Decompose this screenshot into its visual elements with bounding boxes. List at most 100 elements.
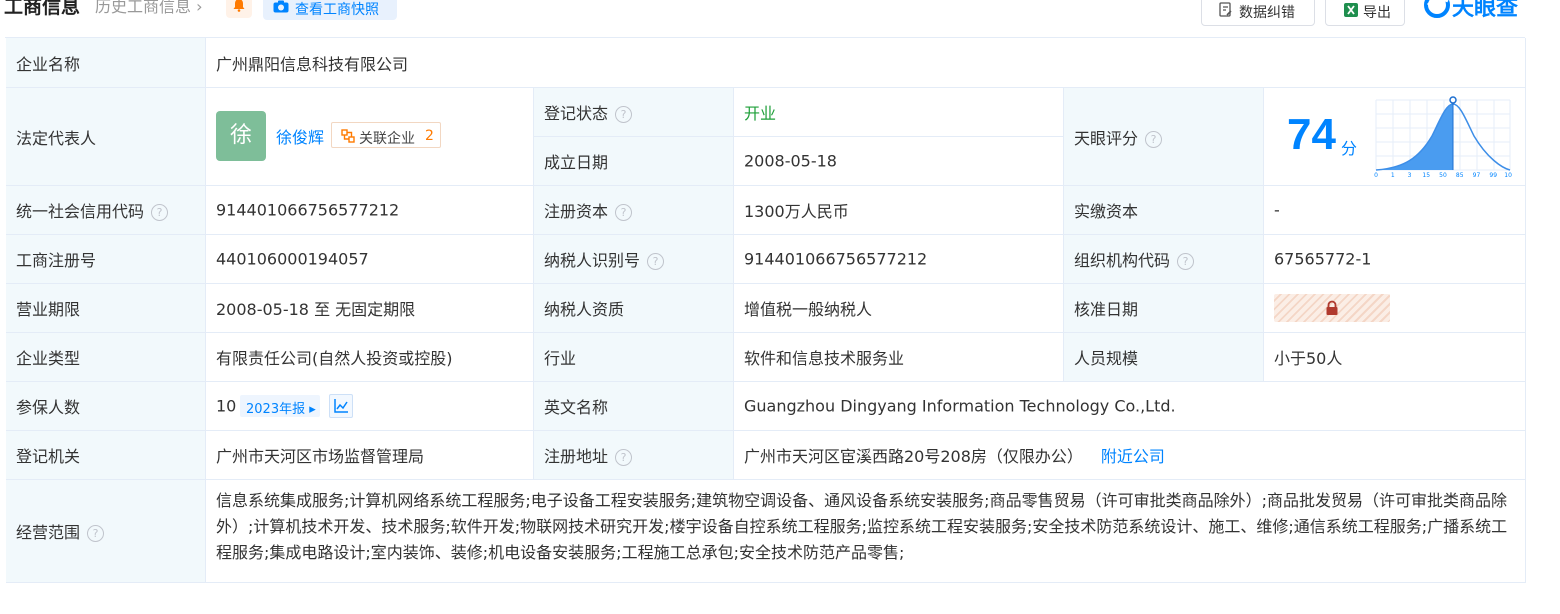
reg-status-cell: 开业 bbox=[734, 88, 1064, 137]
related-count: 2 bbox=[425, 128, 434, 144]
avatar[interactable]: 徐 bbox=[216, 111, 266, 161]
taxpayer-qual-cell: 增值税一般纳税人 bbox=[734, 284, 1064, 333]
excel-icon bbox=[1344, 3, 1358, 17]
paid-capital-label-cell: 实缴资本 bbox=[1064, 186, 1264, 235]
insured-value: 10 bbox=[216, 396, 237, 416]
score-value: 74 bbox=[1287, 110, 1336, 159]
help-icon[interactable]: ? bbox=[615, 204, 633, 221]
paid-capital-value: - bbox=[1274, 200, 1280, 220]
trend-chart-button[interactable] bbox=[329, 394, 353, 418]
history-link[interactable]: 历史工商信息 › bbox=[95, 0, 203, 17]
scope-cell: 信息系统集成服务;计算机网络系统工程服务;电子设备工程安装服务;建筑物空调设备、… bbox=[206, 480, 1526, 583]
reg-address-label-cell: 注册地址? bbox=[534, 431, 734, 480]
help-icon[interactable]: ? bbox=[615, 106, 633, 123]
scope-value: 信息系统集成服务;计算机网络系统工程服务;电子设备工程安装服务;建筑物空调设备、… bbox=[216, 491, 1508, 562]
score-axis-tick: 1 bbox=[1391, 172, 1395, 178]
reg-authority-label-cell: 登记机关 bbox=[6, 431, 206, 480]
snapshot-button[interactable]: 查看工商快照 bbox=[263, 0, 397, 20]
insured-label-cell: 参保人数 bbox=[6, 382, 206, 431]
brand-logo-text: 天眼查 bbox=[1452, 0, 1519, 21]
english-name-cell: Guangzhou Dingyang Information Technolog… bbox=[734, 382, 1526, 431]
insured-cell: 10 2023年报 ▸ bbox=[206, 382, 534, 431]
company-name: 广州鼎阳信息科技有限公司 bbox=[216, 54, 409, 74]
scope-label-cell: 经营范围? bbox=[6, 480, 206, 583]
report-error-label: 数据纠错 bbox=[1239, 5, 1295, 21]
org-code-cell: 67565772-1 bbox=[1264, 235, 1526, 284]
term-label-cell: 营业期限 bbox=[6, 284, 206, 333]
reg-status-value: 开业 bbox=[744, 104, 777, 123]
taxpayer-qual-label-cell: 纳税人资质 bbox=[534, 284, 734, 333]
reg-capital-value: 1300万人民币 bbox=[744, 202, 849, 221]
industry-cell: 软件和信息技术服务业 bbox=[734, 333, 1064, 382]
help-icon[interactable]: ? bbox=[87, 525, 105, 542]
org-code-value: 67565772-1 bbox=[1274, 249, 1372, 269]
score-axis-tick: 97 bbox=[1473, 172, 1481, 178]
taxpayer-id-cell: 914401066756577212 bbox=[734, 235, 1064, 284]
snapshot-label: 查看工商快照 bbox=[295, 2, 379, 18]
camera-icon bbox=[273, 0, 289, 13]
taxpayer-qual-value: 增值税一般纳税人 bbox=[744, 300, 873, 319]
section-header: 工商信息 历史工商信息 › 查看工商快照 数据纠错 导出 天眼查 bbox=[0, 0, 1560, 26]
help-icon[interactable]: ? bbox=[151, 204, 169, 221]
locked-value[interactable] bbox=[1274, 294, 1390, 322]
org-code-label-cell: 组织机构代码? bbox=[1064, 235, 1264, 284]
brand-logo: 天眼查 bbox=[1424, 0, 1518, 22]
approval-date-cell bbox=[1264, 284, 1526, 333]
business-info-table: 企业名称 广州鼎阳信息科技有限公司 法定代表人 徐 徐俊辉 关联企业 2 登记状… bbox=[5, 37, 1526, 583]
approval-date-label-cell: 核准日期 bbox=[1064, 284, 1264, 333]
reg-number-value: 440106000194057 bbox=[216, 249, 369, 269]
reg-address-value: 广州市天河区宦溪西路20号208房（仅限办公） bbox=[744, 447, 1083, 466]
score-axis-tick: 0 bbox=[1374, 172, 1378, 178]
taxpayer-id-label-cell: 纳税人识别号? bbox=[534, 235, 734, 284]
export-button[interactable]: 导出 bbox=[1325, 0, 1405, 26]
bell-icon bbox=[233, 0, 245, 12]
score-axis-tick: 99 bbox=[1489, 172, 1497, 178]
type-value: 有限责任公司(自然人投资或控股) bbox=[216, 349, 453, 368]
credit-code-value: 914401066756577212 bbox=[216, 200, 400, 220]
staff-size-cell: 小于50人 bbox=[1264, 333, 1526, 382]
bell-button[interactable] bbox=[226, 0, 252, 18]
reg-capital-label-cell: 注册资本? bbox=[534, 186, 734, 235]
staff-size-value: 小于50人 bbox=[1274, 349, 1343, 368]
credit-code-label-cell: 统一社会信用代码? bbox=[6, 186, 206, 235]
credit-code-cell: 914401066756577212 bbox=[206, 186, 534, 235]
term-cell: 2008-05-18 至 无固定期限 bbox=[206, 284, 534, 333]
annual-report-tag[interactable]: 2023年报 ▸ bbox=[240, 395, 320, 417]
score-axis-tick: 15 bbox=[1422, 172, 1430, 178]
founded-value: 2008-05-18 bbox=[744, 151, 837, 171]
score-distribution-chart: 0 1 3 15 50 85 97 99 100 bbox=[1374, 96, 1512, 178]
related-companies-tag[interactable]: 关联企业 2 bbox=[331, 122, 441, 148]
score-axis-tick: 85 bbox=[1456, 172, 1464, 178]
founded-label-cell: 成立日期 bbox=[534, 137, 734, 186]
score-axis-tick: 3 bbox=[1408, 172, 1412, 178]
score-axis-tick: 50 bbox=[1439, 172, 1447, 178]
reg-number-label-cell: 工商注册号 bbox=[6, 235, 206, 284]
chevron-right-icon: › bbox=[191, 0, 203, 16]
caret-right-icon: ▸ bbox=[305, 402, 316, 417]
staff-size-label-cell: 人员规模 bbox=[1064, 333, 1264, 382]
line-chart-icon bbox=[334, 399, 348, 413]
industry-label-cell: 行业 bbox=[534, 333, 734, 382]
report-error-button[interactable]: 数据纠错 bbox=[1201, 0, 1315, 26]
help-icon[interactable]: ? bbox=[1145, 130, 1163, 148]
reg-authority-cell: 广州市天河区市场监督管理局 bbox=[206, 431, 534, 480]
related-label: 关联企业 bbox=[359, 131, 415, 147]
section-title: 工商信息 bbox=[4, 0, 81, 18]
score-axis-tick: 100 bbox=[1504, 172, 1512, 178]
legal-rep-label-cell: 法定代表人 bbox=[6, 88, 206, 186]
lock-icon bbox=[1326, 300, 1338, 315]
company-name-label-cell: 企业名称 bbox=[6, 38, 206, 88]
help-icon[interactable]: ? bbox=[1177, 253, 1195, 270]
type-label-cell: 企业类型 bbox=[6, 333, 206, 382]
reg-address-cell: 广州市天河区宦溪西路20号208房（仅限办公） 附近公司 bbox=[734, 431, 1526, 480]
score-cell[interactable]: 74 分 0 1 3 15 50 85 97 99 100 bbox=[1264, 88, 1526, 186]
export-label: 导出 bbox=[1363, 5, 1391, 21]
type-cell: 有限责任公司(自然人投资或控股) bbox=[206, 333, 534, 382]
help-icon[interactable]: ? bbox=[647, 253, 665, 270]
legal-rep-link[interactable]: 徐俊辉 bbox=[276, 124, 324, 148]
english-name-label-cell: 英文名称 bbox=[534, 382, 734, 431]
legal-rep-cell: 徐 徐俊辉 关联企业 2 bbox=[206, 88, 534, 186]
help-icon[interactable]: ? bbox=[615, 449, 633, 466]
nearby-companies-link[interactable]: 附近公司 bbox=[1101, 447, 1165, 466]
founded-cell: 2008-05-18 bbox=[734, 137, 1064, 186]
